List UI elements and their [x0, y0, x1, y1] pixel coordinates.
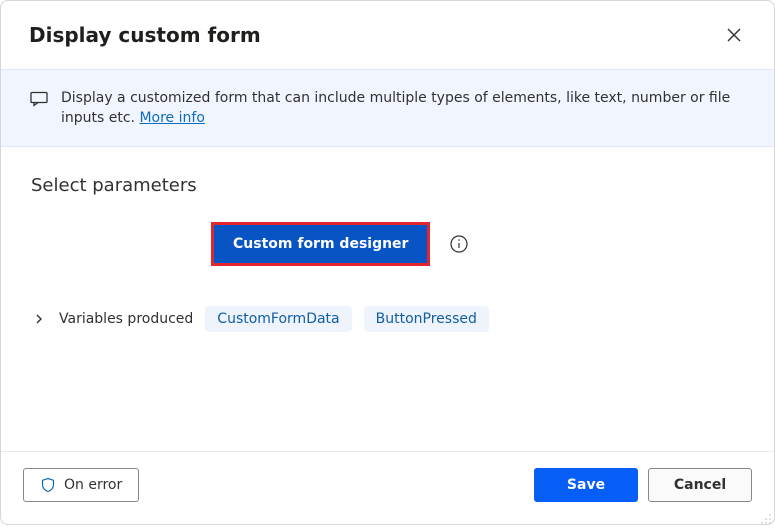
on-error-label: On error: [64, 477, 122, 493]
highlight-frame: Custom form designer: [211, 222, 430, 266]
variables-expand-toggle[interactable]: [31, 311, 47, 327]
variable-pill-buttonpressed[interactable]: ButtonPressed: [364, 306, 489, 332]
variable-pill-customformdata[interactable]: CustomFormData: [205, 306, 351, 332]
comment-icon: [29, 89, 49, 115]
dialog-header: Display custom form: [1, 1, 774, 69]
variables-produced-label: Variables produced: [59, 311, 193, 327]
close-button[interactable]: [718, 19, 750, 51]
footer-actions: Save Cancel: [534, 468, 752, 502]
save-button[interactable]: Save: [534, 468, 638, 502]
dialog-title: Display custom form: [29, 23, 261, 47]
on-error-button[interactable]: On error: [23, 468, 139, 502]
info-banner: Display a customized form that can inclu…: [1, 69, 774, 147]
custom-form-designer-row: Custom form designer: [211, 222, 746, 266]
custom-form-designer-button[interactable]: Custom form designer: [214, 225, 427, 263]
more-info-link[interactable]: More info: [139, 110, 204, 126]
resize-grip[interactable]: [760, 510, 772, 522]
info-icon[interactable]: [450, 235, 468, 253]
chevron-right-icon: [34, 314, 44, 324]
dialog-footer: On error Save Cancel: [1, 451, 774, 524]
shield-icon: [40, 477, 56, 493]
info-banner-text: Display a customized form that can inclu…: [61, 88, 742, 128]
variables-produced-row: Variables produced CustomFormData Button…: [31, 306, 746, 332]
section-title-select-parameters: Select parameters: [31, 175, 746, 196]
dialog-main: Select parameters Custom form designer V…: [1, 147, 774, 451]
close-icon: [727, 28, 741, 42]
cancel-button[interactable]: Cancel: [648, 468, 752, 502]
